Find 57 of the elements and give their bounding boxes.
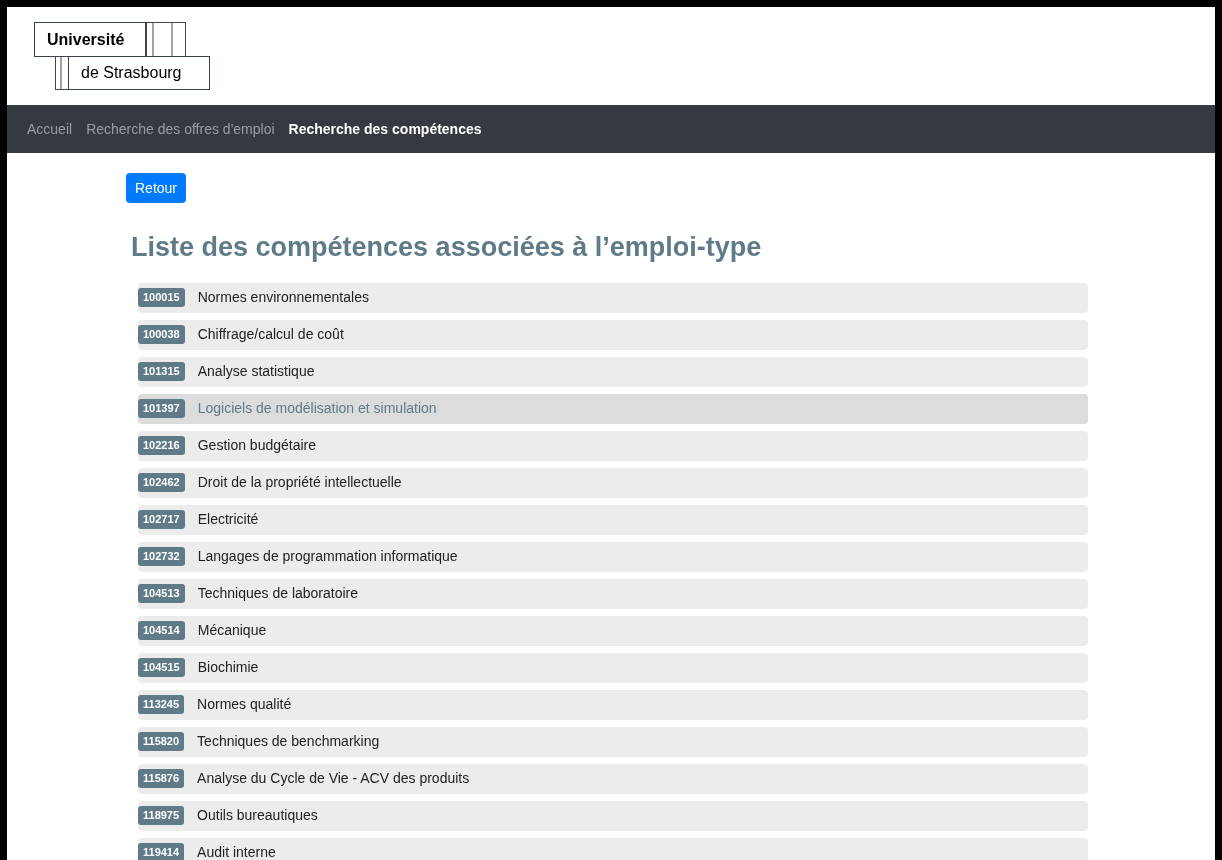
skill-label: Analyse statistique — [197, 362, 315, 381]
logo-text: de Strasbourg — [68, 56, 210, 90]
skill-row[interactable]: 104514 Mécanique — [138, 615, 1088, 646]
skill-row[interactable]: 104515 Biochimie — [138, 652, 1088, 683]
code-badge: 115876 — [138, 769, 185, 788]
skill-label: Langages de programmation informatique — [197, 547, 458, 566]
skill-row[interactable]: 115876 Analyse du Cycle de Vie - ACV des produits — [138, 763, 1088, 794]
skill-row[interactable]: 118975 Outils bureautiques — [138, 800, 1088, 831]
skill-label: Electricité — [197, 510, 259, 529]
nav-link[interactable]: Recherche des compétences — [288, 118, 482, 140]
skill-label: Normes environnementales — [197, 288, 369, 307]
skill-row[interactable]: 100038 Chiffrage/calcul de coût — [138, 319, 1088, 350]
skill-label: Techniques de laboratoire — [197, 584, 359, 603]
code-badge: 104513 — [138, 584, 185, 603]
skill-row[interactable]: 102717 Electricité — [138, 504, 1088, 535]
skill-row[interactable]: 102732 Langages de programmation informatique — [138, 541, 1088, 572]
skill-row[interactable]: 104513 Techniques de laboratoire — [138, 578, 1088, 609]
code-badge: 102462 — [138, 473, 185, 492]
code-badge: 102717 — [138, 510, 185, 529]
skill-row[interactable]: 115820 Techniques de benchmarking — [138, 726, 1088, 757]
skill-row[interactable]: 102216 Gestion budgétaire — [138, 430, 1088, 461]
nav-link[interactable]: Accueil — [27, 118, 73, 140]
code-badge: 101397 — [138, 399, 185, 418]
nav-link[interactable]: Recherche des offres d'emploi — [86, 118, 275, 140]
code-badge: 100038 — [138, 325, 185, 344]
code-badge: 102216 — [138, 436, 185, 455]
page-heading: Liste des compétences associées à l’emploi-type — [131, 231, 763, 264]
skill-label: Logiciels de modélisation et simulation — [197, 399, 437, 418]
skill-label: Outils bureautiques — [197, 806, 318, 825]
skill-label: Mécanique — [197, 621, 267, 640]
skill-label: Droit de la propriété intellectuelle — [197, 473, 402, 492]
skill-row[interactable]: 101397 Logiciels de modélisation et simulation — [138, 393, 1088, 424]
skill-label: Normes qualité — [197, 695, 292, 714]
code-badge: 113245 — [138, 695, 185, 714]
skill-row[interactable]: 100015 Normes environnementales — [138, 282, 1088, 313]
skill-label: Analyse du Cycle de Vie - ACV des produits — [197, 769, 470, 788]
logo-stripes-icon — [55, 56, 69, 90]
code-badge: 100015 — [138, 288, 185, 307]
skill-label: Audit interne — [197, 843, 276, 860]
skill-row[interactable]: 113245 Normes qualité — [138, 689, 1088, 720]
back-button[interactable]: Retour — [126, 173, 187, 203]
skill-label: Biochimie — [197, 658, 259, 677]
code-badge: 104514 — [138, 621, 185, 640]
code-badge: 101315 — [138, 362, 185, 381]
logo-text: Université — [34, 22, 146, 57]
code-badge: 102732 — [138, 547, 185, 566]
code-badge: 119414 — [138, 843, 185, 860]
skill-label: Chiffrage/calcul de coût — [197, 325, 344, 344]
skill-label: Techniques de benchmarking — [197, 732, 380, 751]
skill-row[interactable]: 119414 Audit interne — [138, 837, 1088, 860]
code-badge: 118975 — [138, 806, 185, 825]
skill-row[interactable]: 101315 Analyse statistique — [138, 356, 1088, 387]
code-badge: 115820 — [138, 732, 185, 751]
code-badge: 104515 — [138, 658, 185, 677]
logo-stripes-icon — [146, 22, 186, 57]
skill-label: Gestion budgétaire — [197, 436, 317, 455]
skill-row[interactable]: 102462 Droit de la propriété intellectuelle — [138, 467, 1088, 498]
